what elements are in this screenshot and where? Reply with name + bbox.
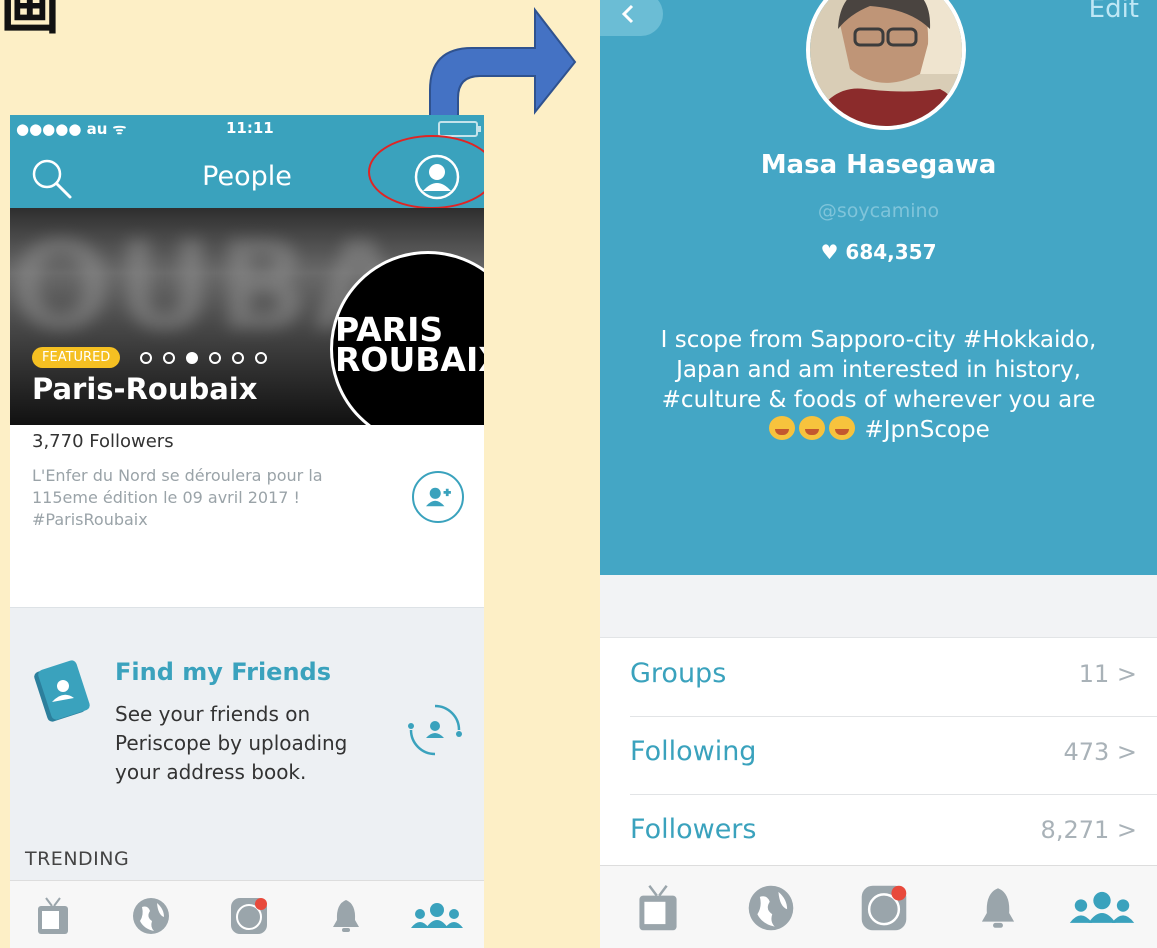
row-followers[interactable]: Followers 8,271 > [630, 794, 1157, 873]
find-friends-title[interactable]: Find my Friends [115, 658, 331, 686]
people-icon[interactable] [406, 895, 468, 937]
carousel-dots[interactable] [140, 349, 278, 368]
carrier-signal: ●●●●● au ᯤ [16, 120, 127, 138]
profile-handle: @soycamino [817, 200, 940, 222]
featured-banner[interactable]: OUBA PARIS ROUBAIX FEATURED Paris-Roubai… [10, 208, 484, 425]
globe-icon[interactable] [130, 895, 172, 937]
battery-icon [438, 121, 481, 137]
row-value: 8,271 > [1040, 816, 1137, 844]
edit-button[interactable]: Edit [1089, 0, 1139, 24]
carousel-dot-active[interactable] [186, 352, 198, 364]
globe-icon[interactable] [745, 882, 797, 934]
sync-contacts-icon[interactable] [405, 700, 465, 760]
logo-line-2: ROUBAIX [335, 340, 484, 379]
carousel-dot[interactable] [232, 352, 244, 364]
row-value: 11 > [1078, 660, 1137, 688]
carousel-dot[interactable] [163, 352, 175, 364]
tv-icon[interactable] [32, 895, 74, 937]
people-icon[interactable] [1062, 882, 1142, 934]
hearts-count: ♥ 684,357 [600, 240, 1157, 264]
back-button[interactable] [600, 0, 663, 36]
profile-screen: Edit Masa Hasegawa @soycamino ♥ 684,357 … [600, 0, 1157, 948]
bell-icon[interactable] [325, 895, 367, 937]
section-divider [600, 575, 1157, 638]
profile-header: Edit Masa Hasegawa @soycamino ♥ 684,357 … [600, 0, 1157, 575]
tab-bar [10, 880, 484, 948]
featured-name: Paris-Roubaix [32, 372, 258, 406]
find-friends-section[interactable]: Find my Friends See your friends on Peri… [10, 607, 484, 908]
featured-badge: FEATURED [32, 347, 121, 368]
people-screen: ●●●●● au ᯤ 11:11 People OUBA PARIS ROUBA… [10, 115, 484, 948]
row-label: Following [630, 736, 757, 767]
bio-hashtag[interactable]: #JpnScope [865, 417, 990, 443]
bell-icon[interactable] [972, 882, 1024, 934]
carousel-dot[interactable] [255, 352, 267, 364]
followers-count: 3,770 Followers [32, 431, 174, 452]
find-friends-description: See your friends on Periscope by uploadi… [115, 702, 348, 784]
hugging-face-icon [799, 416, 826, 440]
camera-icon[interactable] [858, 882, 910, 934]
camera-icon[interactable] [228, 895, 270, 937]
heart-icon: ♥ [820, 240, 839, 264]
row-following[interactable]: Following 473 > [630, 716, 1157, 795]
clock: 11:11 [226, 119, 274, 137]
follow-button[interactable] [412, 471, 464, 523]
chevron-left-icon [621, 4, 634, 24]
profile-bio: I scope from Sapporo-city #Hokkaido, Jap… [650, 325, 1107, 445]
carousel-dot[interactable] [209, 352, 221, 364]
address-book-icon [34, 660, 90, 722]
hugging-face-icon [829, 416, 856, 440]
tv-icon[interactable] [632, 882, 684, 934]
trending-label: TRENDING [25, 848, 130, 870]
avatar [806, 0, 966, 130]
highlight-circle [368, 135, 484, 209]
channel-logo-text: PARIS ROUBAIX [335, 313, 484, 379]
featured-description: L'Enfer du Nord se déroulera pour la 115… [32, 466, 323, 529]
corner-title: 画 [0, 0, 60, 43]
row-groups[interactable]: Groups 11 > [630, 638, 1157, 717]
hugging-face-icon [769, 416, 796, 440]
row-value: 473 > [1063, 738, 1137, 766]
row-label: Groups [630, 658, 727, 689]
hearts-value: 684,357 [845, 240, 937, 264]
row-label: Followers [630, 814, 757, 845]
carousel-dot[interactable] [140, 352, 152, 364]
profile-name: Masa Hasegawa [760, 150, 997, 180]
tab-bar [600, 865, 1157, 948]
bio-text: I scope from Sapporo-city #Hokkaido, Jap… [660, 327, 1097, 413]
